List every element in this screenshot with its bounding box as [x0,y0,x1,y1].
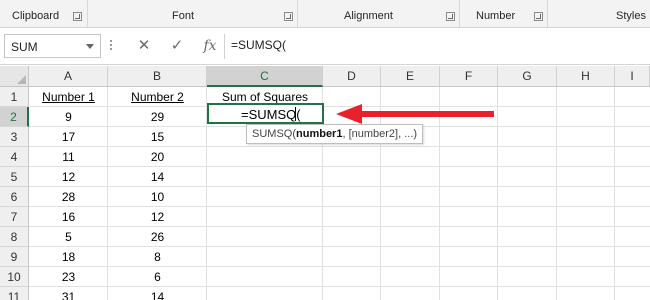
name-box[interactable]: SUM [4,34,101,58]
tooltip-remaining-arguments: , [number2], ...) [342,128,418,140]
function-tooltip[interactable]: SUMSQ(number1, [number2], ...) [246,124,424,144]
cell-b9[interactable]: 8 [108,247,207,267]
number-launcher-icon[interactable] [534,12,543,21]
row-header-5[interactable]: 5 [0,167,29,187]
font-group-label: Font [172,10,195,22]
row-header-8[interactable]: 8 [0,227,29,247]
column-header-e[interactable]: E [381,66,440,87]
number-group: Number [460,0,548,28]
cell-b6[interactable]: 10 [108,187,207,207]
formula-bar: SUM ✕ ✓ fx =SUMSQ( [0,28,650,65]
alignment-launcher-icon[interactable] [446,12,455,21]
formula-bar-divider [224,34,225,59]
cell-a6[interactable]: 28 [29,187,108,207]
column-header-d[interactable]: D [323,66,381,87]
chevron-down-icon[interactable] [86,44,94,49]
cell-a9[interactable]: 18 [29,247,108,267]
alignment-group-label: Alignment [344,10,393,22]
row-header-7[interactable]: 7 [0,207,29,227]
active-cell-c2[interactable]: =SUMSQ( [207,103,324,124]
select-all-button[interactable] [0,66,29,87]
cell-b1[interactable]: Number 2 [108,87,207,107]
cell-b4[interactable]: 20 [108,147,207,167]
cell-b2[interactable]: 29 [108,107,207,127]
grip-dots-icon [110,40,113,54]
styles-group: Styles [548,0,650,28]
tooltip-current-argument: number1 [296,128,343,140]
red-arrow-icon [336,104,494,124]
cell-a3[interactable]: 17 [29,127,108,147]
font-group: Font [88,0,298,28]
name-box-value: SUM [11,40,38,54]
number-group-label: Number [476,10,516,22]
row-header-6[interactable]: 6 [0,187,29,207]
gridline [497,87,498,300]
column-header-a[interactable]: A [29,66,108,87]
cell-b8[interactable]: 26 [108,227,207,247]
gridline [556,87,557,300]
cell-b11[interactable]: 14 [108,287,207,300]
cell-a1[interactable]: Number 1 [29,87,108,107]
styles-group-label: Styles [616,10,646,22]
enter-formula-button[interactable]: ✓ [165,35,189,57]
formula-input[interactable]: =SUMSQ( [231,38,286,52]
clipboard-launcher-icon[interactable] [73,12,82,21]
row-header-4[interactable]: 4 [0,147,29,167]
cell-b10[interactable]: 6 [108,267,207,287]
column-header-c[interactable]: C [207,66,323,87]
row-header-3[interactable]: 3 [0,127,29,147]
alignment-group: Alignment [298,0,460,28]
font-launcher-icon[interactable] [284,12,293,21]
cell-b3[interactable]: 15 [108,127,207,147]
cell-b5[interactable]: 14 [108,167,207,187]
column-header-i[interactable]: I [615,66,650,87]
cancel-formula-button[interactable]: ✕ [132,35,156,57]
column-header-b[interactable]: B [108,66,207,87]
row-header-1[interactable]: 1 [0,87,29,107]
cell-edit-text: =SUMSQ( [241,107,301,122]
column-header-f[interactable]: F [440,66,498,87]
ribbon-group-bar: Clipboard Font Alignment Number Styles [0,0,650,28]
cell-a5[interactable]: 12 [29,167,108,187]
text-caret [295,107,296,121]
cell-a8[interactable]: 5 [29,227,108,247]
row-header-11[interactable]: 11 [0,287,29,300]
cell-a2[interactable]: 9 [29,107,108,127]
clipboard-group: Clipboard [0,0,88,28]
cell-a10[interactable]: 23 [29,267,108,287]
gridline [614,87,615,300]
cell-a11[interactable]: 31 [29,287,108,300]
column-header-g[interactable]: G [498,66,557,87]
row-header-2[interactable]: 2 [0,107,29,127]
row-header-9[interactable]: 9 [0,247,29,267]
cell-a4[interactable]: 11 [29,147,108,167]
tooltip-function-name: SUMSQ( [252,128,296,140]
row-header-10[interactable]: 10 [0,267,29,287]
insert-function-button[interactable]: fx [198,35,222,57]
column-header-h[interactable]: H [557,66,615,87]
clipboard-group-label: Clipboard [12,10,60,22]
cell-a7[interactable]: 16 [29,207,108,227]
worksheet: A B C D E F G H I 1 2 3 4 5 6 7 8 9 10 1… [0,66,650,300]
cell-b7[interactable]: 12 [108,207,207,227]
